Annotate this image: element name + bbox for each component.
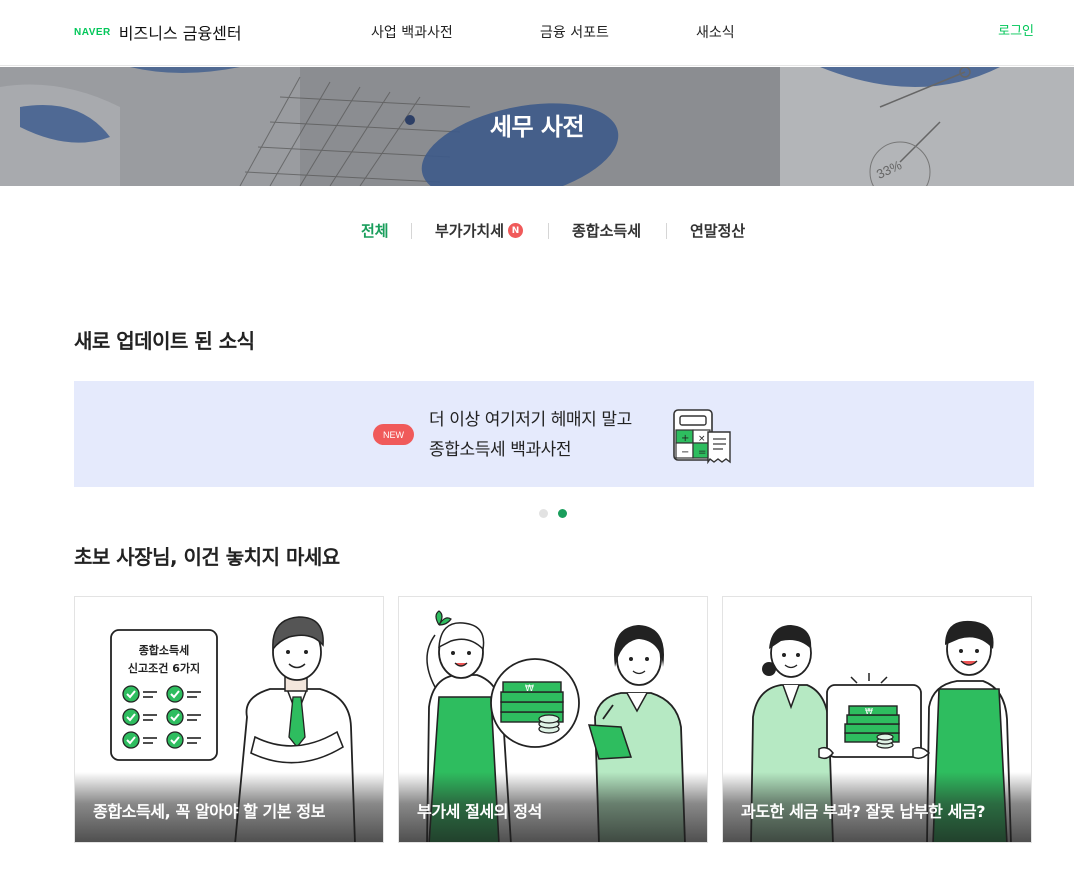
card-title: 종합소득세, 꼭 알아야 할 기본 정보 bbox=[93, 802, 326, 821]
page-title: 세무 사전 bbox=[489, 113, 585, 141]
tab-label: 전체 bbox=[361, 222, 389, 240]
login-link[interactable]: 로그인 bbox=[998, 20, 1034, 39]
category-tabs: 전체 부가가치세 N 종합소득세 연말정산 bbox=[0, 220, 1074, 244]
tab-label: 연말정산 bbox=[690, 222, 746, 240]
svg-text:×: × bbox=[698, 434, 706, 444]
checklist-board: 종합소득세 신고조건 6가지 bbox=[111, 642, 217, 678]
tab-divider bbox=[411, 223, 412, 239]
news-section-title: 새로 업데이트 된 소식 bbox=[74, 329, 255, 353]
tab-income-tax[interactable]: 종합소득세 bbox=[572, 220, 641, 241]
beginner-section-title: 초보 사장님, 이건 놓치지 마세요 bbox=[74, 545, 340, 569]
banner-line-1: 더 이상 여기저기 헤매지 말고 bbox=[429, 410, 632, 430]
board-line-2: 신고조건 6가지 bbox=[127, 662, 201, 675]
money-label: ₩ bbox=[525, 684, 534, 694]
calculator-receipt-icon: + × − = bbox=[673, 409, 731, 464]
board-line-1: 종합소득세 bbox=[138, 644, 190, 657]
card-title: 부가세 절세의 정석 bbox=[417, 802, 542, 821]
tab-all[interactable]: 전체 bbox=[361, 220, 389, 241]
article-card-income-tax[interactable]: 종합소득세 신고조건 6가지 종합소득세, 꼭 알아야 할 기본 정보 bbox=[74, 596, 384, 843]
nav-news[interactable]: 새소식 bbox=[696, 22, 735, 42]
hero-banner: 33% 세무 사전 bbox=[0, 67, 1074, 186]
svg-text:+: + bbox=[681, 433, 689, 444]
card-title: 과도한 세금 부과? 잘못 납부한 세금? bbox=[741, 802, 986, 821]
banner-text: 더 이상 여기저기 헤매지 말고 종합소득세 백과사전 bbox=[429, 405, 632, 465]
tab-divider bbox=[548, 223, 549, 239]
svg-text:=: = bbox=[698, 447, 706, 458]
tab-vat[interactable]: 부가가치세 N bbox=[435, 220, 524, 241]
article-card-vat-saving[interactable]: ₩ 부가세 절세의 정석 bbox=[398, 596, 708, 843]
main-nav: 사업 백과사전 금융 서포트 새소식 bbox=[0, 22, 1074, 42]
new-badge: NEW bbox=[373, 424, 414, 445]
tab-year-end-settlement[interactable]: 연말정산 bbox=[690, 220, 745, 241]
carousel-dot-2[interactable] bbox=[558, 509, 567, 518]
nav-business-encyclopedia[interactable]: 사업 백과사전 bbox=[371, 22, 453, 42]
new-badge: N bbox=[508, 223, 524, 238]
carousel-dot-1[interactable] bbox=[539, 509, 548, 518]
tab-divider bbox=[666, 223, 667, 239]
tab-label: 종합소득세 bbox=[572, 222, 642, 240]
tab-label: 부가가치세 bbox=[435, 222, 505, 240]
article-card-tax-refund[interactable]: ₩ 과도한 세금 부과? 잘못 납부한 세금? bbox=[722, 596, 1032, 843]
news-banner[interactable]: NEW 더 이상 여기저기 헤매지 말고 종합소득세 백과사전 + × − = bbox=[74, 381, 1034, 487]
svg-text:−: − bbox=[681, 447, 689, 458]
banner-line-2: 종합소득세 백과사전 bbox=[429, 440, 572, 460]
site-header: NAVER 비즈니스 금융센터 사업 백과사전 금융 서포트 새소식 로그인 bbox=[0, 0, 1074, 66]
money-label: ₩ bbox=[865, 707, 873, 716]
nav-finance-support[interactable]: 금융 서포트 bbox=[540, 22, 609, 42]
